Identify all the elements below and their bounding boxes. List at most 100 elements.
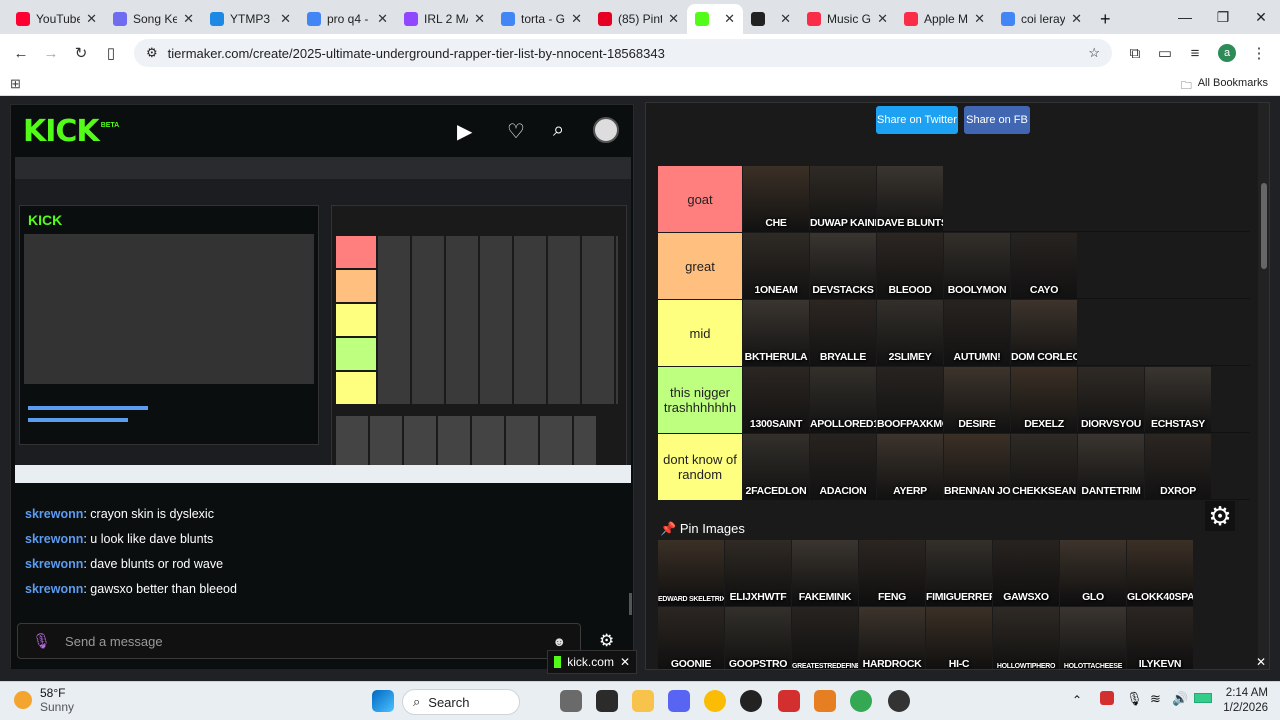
- kick-logo[interactable]: KICK: [23, 114, 100, 149]
- chrome-profile-icon[interactable]: [850, 690, 872, 712]
- pin-item[interactable]: GREATESTREDEFINED: [792, 607, 858, 669]
- tier-item[interactable]: BOOLYMON: [944, 233, 1010, 299]
- bookmark-star-icon[interactable]: ☆: [1088, 45, 1100, 61]
- file-explorer-icon[interactable]: [632, 690, 654, 712]
- chat-username[interactable]: skrewonn: [25, 582, 83, 596]
- fl-studio-icon[interactable]: [814, 690, 836, 712]
- tier-item[interactable]: ADACION: [810, 434, 876, 500]
- browser-tab[interactable]: IRL 2 MA ✕: [396, 4, 493, 34]
- cast-icon[interactable]: ▭: [1150, 44, 1180, 62]
- chat-input-placeholder[interactable]: Send a message: [65, 634, 163, 649]
- app-icon[interactable]: [888, 690, 910, 712]
- browser-tab[interactable]: YTMP3 - ✕: [202, 4, 299, 34]
- kick-tab-chip[interactable]: kick.com ✕: [547, 650, 637, 674]
- tier-item[interactable]: DOM CORLEO: [1011, 300, 1077, 366]
- tab-close-icon[interactable]: ✕: [668, 11, 679, 27]
- clock[interactable]: 2:14 AM 1/2/2026: [1223, 686, 1268, 716]
- tier-item[interactable]: 2SLIMEY: [877, 300, 943, 366]
- profile-avatar[interactable]: a: [1218, 44, 1236, 62]
- media-icon[interactable]: ≡: [1180, 45, 1210, 62]
- tier-item[interactable]: DANTETRIM: [1078, 434, 1144, 500]
- reload-button[interactable]: ↻: [66, 44, 96, 62]
- pin-item[interactable]: GAWSXO: [993, 540, 1059, 606]
- tier-label[interactable]: goat: [658, 166, 742, 232]
- pin-item[interactable]: FIMIGUERRERO: [926, 540, 992, 606]
- tier-item[interactable]: APOLLORED1: [810, 367, 876, 433]
- tier-item[interactable]: DEVSTACKS: [810, 233, 876, 299]
- tab-close-icon[interactable]: ✕: [724, 11, 735, 27]
- forward-button[interactable]: →: [36, 45, 66, 62]
- url-text[interactable]: tiermaker.com/create/2025-ultimate-under…: [168, 46, 665, 61]
- extensions-icon[interactable]: ⧉: [1120, 45, 1150, 62]
- chip-close-icon[interactable]: ✕: [620, 655, 630, 669]
- pin-item[interactable]: HARDROCK: [859, 607, 925, 669]
- tab-close-icon[interactable]: ✕: [280, 11, 291, 27]
- tier-label[interactable]: this nigger trashhhhhhh: [658, 367, 742, 433]
- browser-tab[interactable]: torta - G ✕: [493, 4, 590, 34]
- tier-label[interactable]: dont know of random: [658, 434, 742, 500]
- tab-close-icon[interactable]: ✕: [474, 11, 485, 27]
- browser-tab[interactable]: coi leray ✕: [993, 4, 1090, 34]
- terminal-icon[interactable]: [596, 690, 618, 712]
- tier-item[interactable]: BRENNAN JONES: [944, 434, 1010, 500]
- tier-item[interactable]: BLEOOD: [877, 233, 943, 299]
- browser-tab[interactable]: YouTube ✕: [8, 4, 105, 34]
- pin-item[interactable]: GLO: [1060, 540, 1126, 606]
- pin-item[interactable]: ILYKEVN: [1127, 607, 1193, 669]
- panel-close-icon[interactable]: ✕: [1256, 655, 1266, 669]
- follow-heart-icon[interactable]: ♡: [507, 119, 525, 144]
- tab-close-icon[interactable]: ✕: [183, 11, 194, 27]
- search-icon[interactable]: ⌕: [553, 119, 564, 142]
- tier-item[interactable]: CAYO: [1011, 233, 1077, 299]
- tier-item[interactable]: 1300SAINT: [743, 367, 809, 433]
- pin-item[interactable]: ELIJXHWTF: [725, 540, 791, 606]
- browser-tab[interactable]: Music G ✕: [799, 4, 896, 34]
- chat-username[interactable]: skrewonn: [25, 557, 83, 571]
- pin-item[interactable]: HOLLOWTIPHERO: [993, 607, 1059, 669]
- tier-item[interactable]: BOOFPAXKMOOKY: [877, 367, 943, 433]
- tab-close-icon[interactable]: ✕: [780, 11, 791, 27]
- tier-item[interactable]: DIORVSYOU: [1078, 367, 1144, 433]
- tab-close-icon[interactable]: ✕: [377, 11, 388, 27]
- tier-item[interactable]: DAVE BLUNTS: [877, 166, 943, 232]
- tab-close-icon[interactable]: ✕: [86, 11, 97, 27]
- tier-scrollbar-thumb[interactable]: [1261, 183, 1267, 269]
- battery-icon[interactable]: [1194, 693, 1212, 703]
- tier-item[interactable]: 1ONEAM: [743, 233, 809, 299]
- tray-app-icon[interactable]: [1100, 691, 1114, 705]
- tier-item[interactable]: DEXELZ: [1011, 367, 1077, 433]
- share-fb-button[interactable]: Share on FB: [964, 106, 1030, 134]
- restore-button[interactable]: ❐: [1204, 0, 1242, 34]
- tier-label[interactable]: great: [658, 233, 742, 299]
- chat-username[interactable]: skrewonn: [25, 532, 83, 546]
- chatgpt-icon[interactable]: [740, 690, 762, 712]
- settings-gear-icon[interactable]: ⚙: [1205, 501, 1235, 531]
- tab-close-icon[interactable]: ✕: [571, 11, 582, 27]
- pin-item[interactable]: HI-C: [926, 607, 992, 669]
- chat-username[interactable]: skrewonn: [25, 507, 83, 521]
- volume-icon[interactable]: 🔊: [1172, 691, 1188, 707]
- chat-settings-icon[interactable]: ⚙: [599, 631, 614, 651]
- microphone-icon[interactable]: 🎙: [32, 632, 51, 650]
- tier-item[interactable]: ECHSTASY: [1145, 367, 1211, 433]
- app-m-icon[interactable]: [778, 690, 800, 712]
- browse-icon[interactable]: ▶: [457, 119, 472, 144]
- tier-item[interactable]: AYERP: [877, 434, 943, 500]
- pin-item[interactable]: EDWARD SKELETRIX: [658, 540, 724, 606]
- chrome-icon[interactable]: [704, 690, 726, 712]
- tier-item[interactable]: DUWAP KAINE: [810, 166, 876, 232]
- tab-close-icon[interactable]: ✕: [1071, 11, 1082, 27]
- emoji-icon[interactable]: ☻: [552, 634, 566, 649]
- tier-item[interactable]: CHE: [743, 166, 809, 232]
- chat-scrollbar[interactable]: [629, 593, 632, 615]
- wifi-icon[interactable]: ≋: [1150, 691, 1161, 707]
- discord-icon[interactable]: [668, 690, 690, 712]
- address-bar[interactable]: ⚙ tiermaker.com/create/2025-ultimate-und…: [134, 39, 1112, 67]
- pin-item[interactable]: GOONIE: [658, 607, 724, 669]
- side-panel-icon[interactable]: ▯: [96, 44, 126, 62]
- stream-video[interactable]: KICK: [15, 157, 631, 483]
- tier-item[interactable]: CHEKKSEAN: [1011, 434, 1077, 500]
- share-twitter-button[interactable]: Share on Twitter: [876, 106, 958, 134]
- menu-icon[interactable]: ⋮: [1244, 44, 1274, 62]
- microphone-tray-icon[interactable]: 🎙: [1126, 691, 1143, 707]
